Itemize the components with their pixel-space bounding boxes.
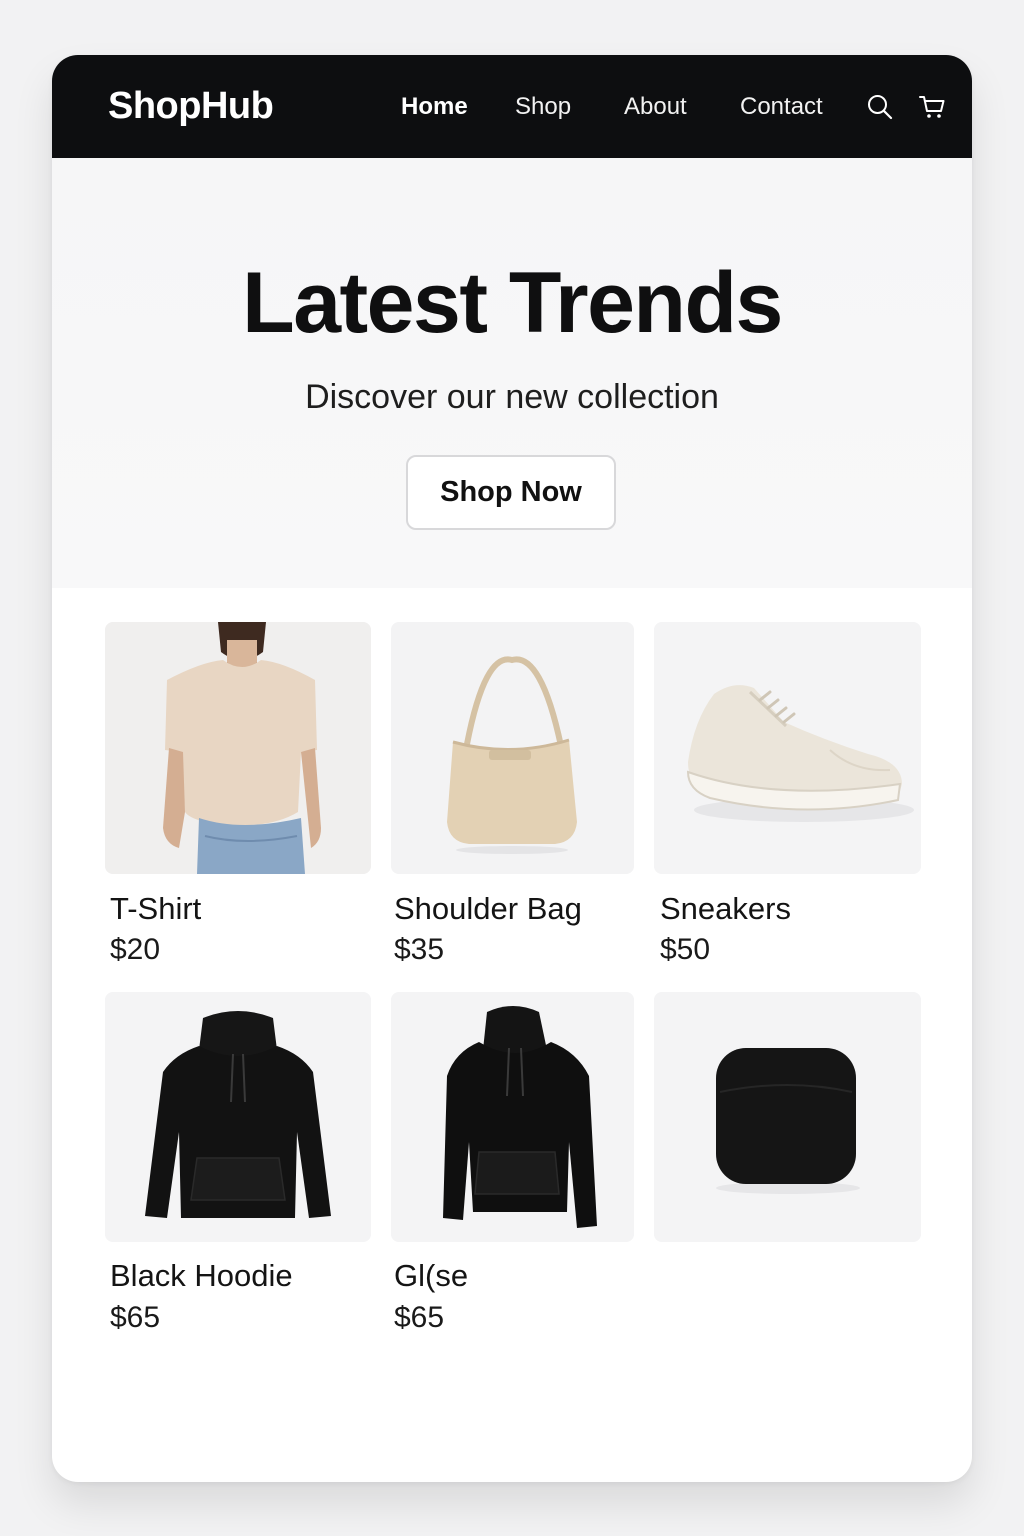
- hero-subtitle: Discover our new collection: [305, 378, 719, 416]
- product-name[interactable]: Sneakers: [660, 891, 791, 927]
- browser-window: ShopHub Home Shop About Contact Latest T…: [52, 55, 972, 1482]
- product-image-shoulder-bag[interactable]: [391, 622, 634, 874]
- cart-icon[interactable]: [918, 93, 946, 121]
- hero-title: Latest Trends: [242, 255, 783, 351]
- product-price: $65: [110, 1301, 161, 1334]
- product-image-hoodie[interactable]: [391, 992, 634, 1242]
- product-name[interactable]: T-Shirt: [110, 891, 201, 927]
- product-name[interactable]: Shoulder Bag: [394, 891, 582, 927]
- product-image-sneakers[interactable]: [654, 622, 921, 874]
- product-image-black-hoodie[interactable]: [105, 992, 371, 1242]
- product-name[interactable]: Black Hoodie: [110, 1258, 293, 1294]
- product-price: $35: [394, 933, 445, 966]
- product-image-t-shirt[interactable]: [105, 622, 371, 874]
- nav-link-shop[interactable]: Shop: [515, 93, 571, 121]
- brand-logo[interactable]: ShopHub: [108, 85, 274, 128]
- product-price: $50: [660, 933, 711, 966]
- nav-link-home[interactable]: Home: [401, 93, 468, 121]
- product-price: $20: [110, 933, 161, 966]
- nav-link-about[interactable]: About: [624, 93, 687, 121]
- hero-section: Latest Trends Discover our new collectio…: [52, 158, 972, 588]
- product-name[interactable]: Gl(se: [394, 1258, 468, 1294]
- product-image-black-case[interactable]: [654, 992, 921, 1242]
- shop-now-button[interactable]: Shop Now: [406, 455, 616, 530]
- nav-link-contact[interactable]: Contact: [740, 93, 823, 121]
- top-navbar: ShopHub Home Shop About Contact: [52, 55, 972, 158]
- search-icon[interactable]: [866, 93, 894, 121]
- product-price: $65: [394, 1301, 445, 1334]
